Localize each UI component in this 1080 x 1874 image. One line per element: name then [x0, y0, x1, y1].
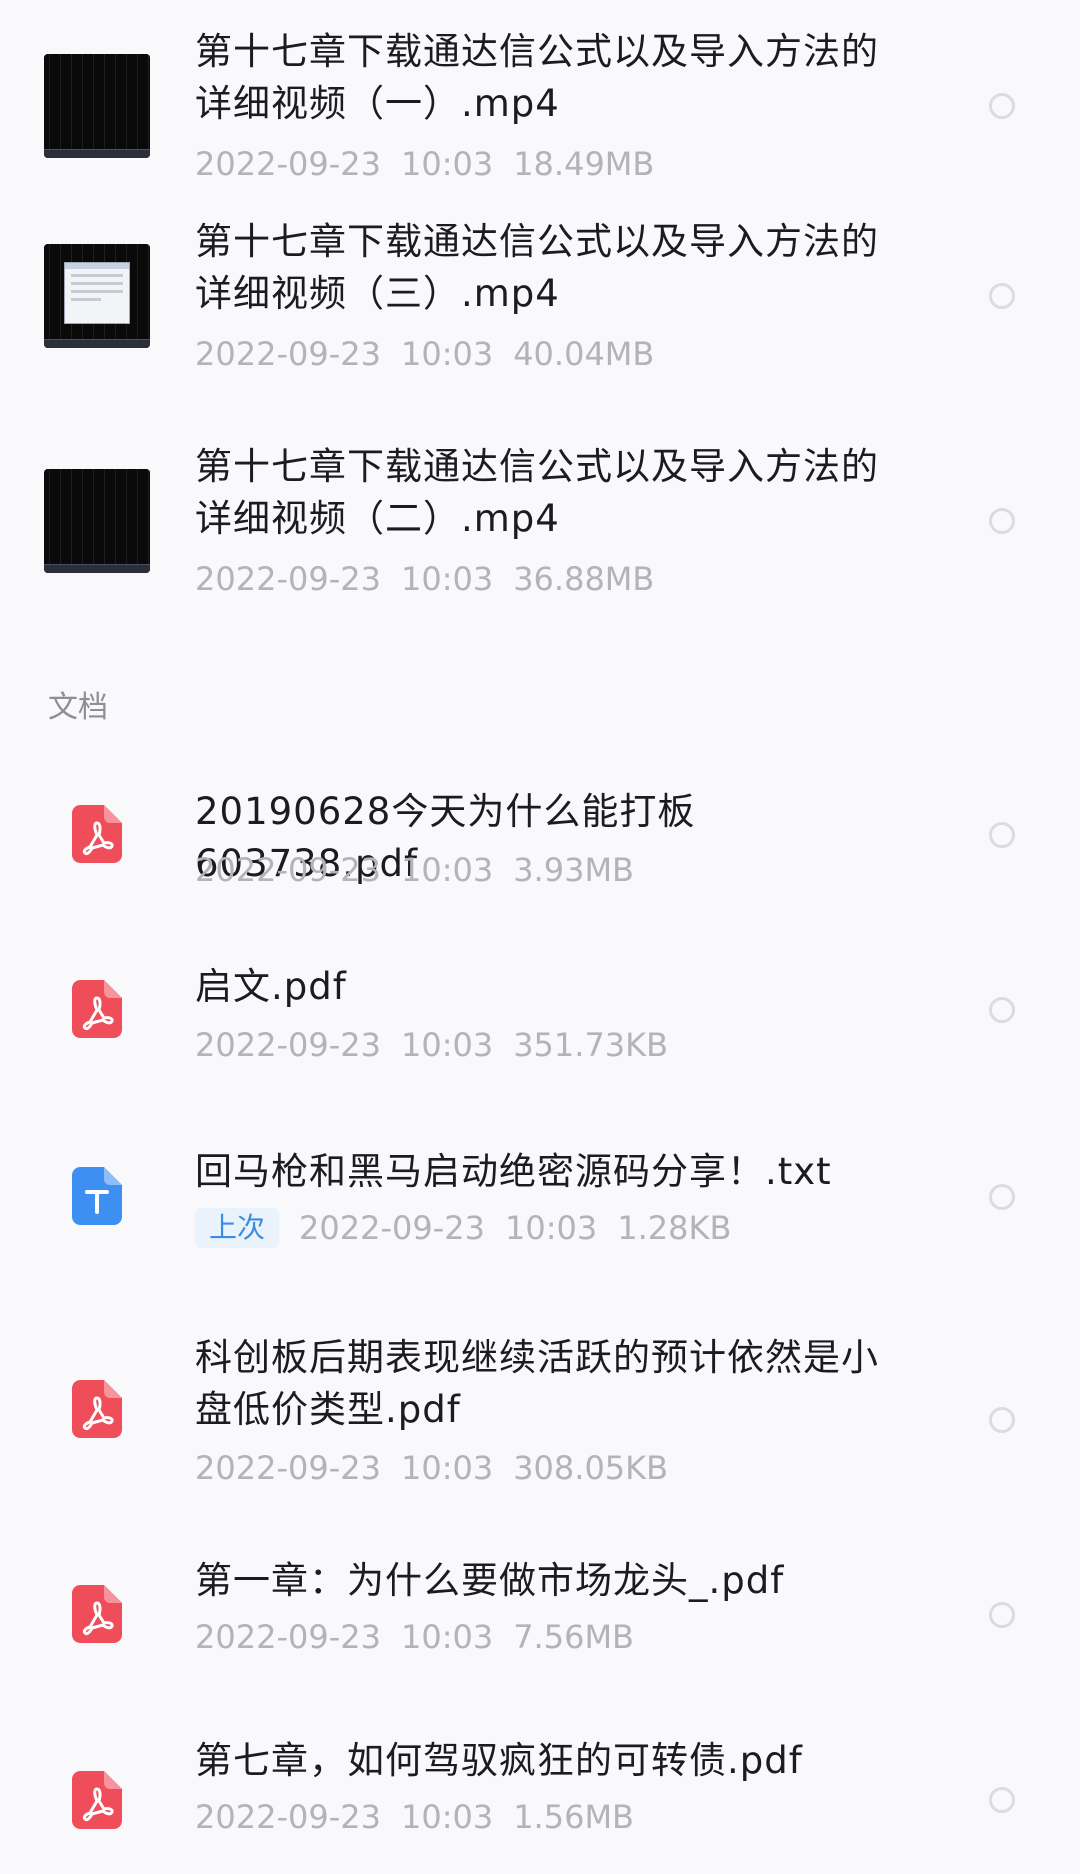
file-meta: 2022-09-23 10:03 351.73KB	[195, 1025, 688, 1065]
select-radio[interactable]	[989, 1602, 1015, 1628]
list-item-document-3[interactable]: 回马枪和黑马启动绝密源码分享！.txt 上次 2022-09-23 10:03 1.2…	[0, 1120, 1080, 1290]
file-date: 2022-09-23	[195, 1618, 381, 1656]
list-item-document-5[interactable]: 第一章：为什么要做市场龙头_.pdf 2022-09-23 10:03 7.56MB	[0, 1545, 1080, 1705]
file-title: 科创板后期表现继续活跃的预计依然是小 盘低价类型.pdf	[195, 1336, 879, 1431]
file-date: 2022-09-23	[195, 560, 381, 598]
file-meta: 2022-09-23 10:03 40.04MB	[195, 334, 674, 374]
select-radio[interactable]	[989, 508, 1015, 534]
file-title: 第十七章下载通达信公式以及导入方法的 详细视频（三）.mp4	[195, 220, 879, 315]
file-time: 10:03	[400, 1449, 494, 1487]
file-size: 308.05KB	[513, 1449, 669, 1487]
file-title: 第一章：为什么要做市场龙头_.pdf	[195, 1559, 785, 1602]
file-time: 10:03	[400, 1026, 494, 1064]
file-meta: 2022-09-23 10:03 1.56MB	[195, 1797, 654, 1837]
file-date: 2022-09-23	[195, 145, 381, 183]
file-time: 10:03	[400, 851, 494, 889]
file-time: 10:03	[400, 1618, 494, 1656]
select-radio[interactable]	[989, 822, 1015, 848]
text-file-icon	[72, 1167, 122, 1225]
file-meta: 2022-09-23 10:03 308.05KB	[195, 1448, 688, 1488]
file-time: 10:03	[504, 1209, 598, 1247]
select-radio[interactable]	[989, 283, 1015, 309]
file-title: 回马枪和黑马启动绝密源码分享！.txt	[195, 1150, 832, 1193]
file-time: 10:03	[400, 560, 494, 598]
select-radio[interactable]	[989, 997, 1015, 1023]
file-size: 36.88MB	[513, 560, 655, 598]
file-title: 第十七章下载通达信公式以及导入方法的 详细视频（一）.mp4	[195, 30, 879, 125]
file-size: 18.49MB	[513, 145, 655, 183]
last-opened-badge: 上次	[195, 1208, 280, 1248]
file-meta: 2022-09-23 10:03 3.93MB	[195, 850, 654, 890]
pdf-icon	[72, 1585, 122, 1643]
select-radio[interactable]	[989, 93, 1015, 119]
file-size: 1.56MB	[513, 1798, 634, 1836]
list-item-video-1[interactable]: 第十七章下载通达信公式以及导入方法的 详细视频（一）.mp4 2022-09-2…	[0, 0, 1080, 190]
select-radio[interactable]	[989, 1407, 1015, 1433]
list-item-document-2[interactable]: 启文.pdf 2022-09-23 10:03 351.73KB	[0, 935, 1080, 1095]
list-item-document-4[interactable]: 科创板后期表现继续活跃的预计依然是小 盘低价类型.pdf 2022-09-23 1…	[0, 1320, 1080, 1510]
file-size: 7.56MB	[513, 1618, 634, 1656]
section-header-documents: 文档	[48, 690, 108, 725]
pdf-icon	[72, 980, 122, 1038]
pdf-icon	[72, 1771, 122, 1829]
file-date: 2022-09-23	[195, 1449, 381, 1487]
file-meta: 2022-09-23 10:03 36.88MB	[195, 559, 674, 599]
select-radio[interactable]	[989, 1184, 1015, 1210]
file-date: 2022-09-23	[299, 1209, 485, 1247]
file-date: 2022-09-23	[195, 1026, 381, 1064]
file-time: 10:03	[400, 335, 494, 373]
pdf-icon	[72, 805, 122, 863]
file-meta: 2022-09-23 10:03 18.49MB	[195, 144, 674, 184]
file-size: 351.73KB	[513, 1026, 669, 1064]
list-item-document-6[interactable]: 第七章，如何驾驭疯狂的可转债.pdf 2022-09-23 10:03 1.56MB	[0, 1735, 1080, 1874]
file-title: 第七章，如何驾驭疯狂的可转债.pdf	[195, 1739, 803, 1782]
file-meta: 2022-09-23 10:03 7.56MB	[195, 1617, 654, 1657]
file-title: 启文.pdf	[195, 965, 347, 1008]
select-radio[interactable]	[989, 1787, 1015, 1813]
file-time: 10:03	[400, 1798, 494, 1836]
video-thumbnail	[44, 54, 150, 158]
window-preview	[64, 262, 130, 324]
file-date: 2022-09-23	[195, 851, 381, 889]
file-size: 1.28KB	[617, 1209, 732, 1247]
file-meta: 上次 2022-09-23 10:03 1.28KB	[195, 1208, 751, 1248]
file-date: 2022-09-23	[195, 1798, 381, 1836]
file-title: 第十七章下载通达信公式以及导入方法的 详细视频（二）.mp4	[195, 445, 879, 540]
video-thumbnail	[44, 244, 150, 348]
list-item-document-1[interactable]: 20190628今天为什么能打板603738.pdf 2022-09-23 10:…	[0, 760, 1080, 920]
file-size: 40.04MB	[513, 335, 655, 373]
list-item-video-2[interactable]: 第十七章下载通达信公式以及导入方法的 详细视频（三）.mp4 2022-09-2…	[0, 190, 1080, 380]
video-thumbnail	[44, 469, 150, 573]
file-time: 10:03	[400, 145, 494, 183]
pdf-icon	[72, 1380, 122, 1438]
file-size: 3.93MB	[513, 851, 634, 889]
file-date: 2022-09-23	[195, 335, 381, 373]
file-list-page: 第十七章下载通达信公式以及导入方法的 详细视频（一）.mp4 2022-09-2…	[0, 0, 1080, 1874]
list-item-video-3[interactable]: 第十七章下载通达信公式以及导入方法的 详细视频（二）.mp4 2022-09-2…	[0, 415, 1080, 605]
